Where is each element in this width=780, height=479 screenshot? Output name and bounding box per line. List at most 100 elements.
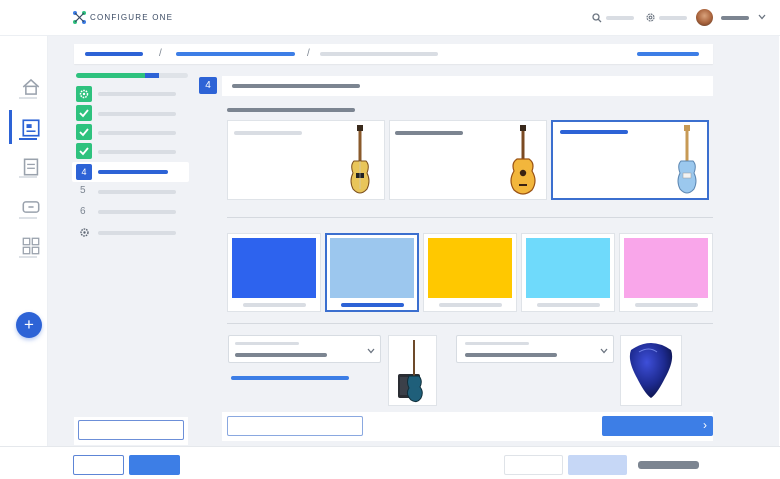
option-label (560, 130, 628, 134)
steps-progress-bar (76, 73, 188, 78)
search-icon[interactable] (592, 13, 602, 23)
configurator-underline (19, 138, 37, 140)
footer-primary-button[interactable] (129, 455, 180, 475)
select-label (465, 342, 529, 345)
electric-guitar-sunburst-icon (350, 125, 370, 194)
color-swatch-card[interactable] (423, 233, 517, 312)
footer-bar (0, 446, 780, 479)
amp-image-card (388, 335, 437, 406)
breadcrumb-action[interactable] (637, 52, 699, 56)
blue-guitar-pick-icon (629, 343, 673, 398)
footer-secondary-button[interactable] (73, 455, 124, 475)
color-swatch-card[interactable] (227, 233, 321, 312)
chevron-down-icon (600, 348, 608, 354)
step-7-label[interactable] (98, 210, 176, 214)
section-title (232, 84, 360, 88)
breadcrumb-item-2[interactable] (176, 52, 295, 56)
step-gear-done-icon[interactable] (76, 86, 92, 102)
amp-with-guitar-icon (398, 340, 423, 403)
app-logo-text: CONFIGURE ONE (90, 13, 174, 22)
swatch-label (439, 303, 502, 307)
cart-underline (19, 217, 37, 219)
progress-current (145, 73, 159, 78)
subsection-title (227, 108, 355, 112)
step-settings-label[interactable] (98, 231, 176, 235)
step-2-label[interactable] (98, 112, 176, 116)
guitar-option-card-selected[interactable] (551, 120, 709, 200)
home-icon[interactable] (22, 78, 40, 96)
step-check-icon[interactable] (76, 143, 92, 159)
select-value (235, 353, 327, 357)
step-check-icon[interactable] (76, 105, 92, 121)
left-rail: + (0, 36, 48, 446)
swatch-label (243, 303, 306, 307)
home-underline (19, 97, 37, 99)
color-swatch (526, 238, 610, 298)
next-button[interactable]: › (602, 416, 713, 436)
swatch-label (537, 303, 600, 307)
color-swatch (624, 238, 708, 298)
step-number[interactable]: 5 (80, 185, 86, 196)
swatch-label (341, 303, 404, 307)
top-bar: CONFIGURE ONE (0, 0, 780, 36)
footer-disabled-button[interactable] (568, 455, 627, 475)
document-icon[interactable] (22, 158, 40, 176)
color-swatch (330, 238, 414, 298)
chevron-down-icon (367, 348, 375, 354)
section-title-bar (222, 76, 713, 96)
color-swatch-card-selected[interactable] (325, 233, 419, 312)
cart-icon[interactable] (22, 198, 40, 216)
option-label (395, 131, 463, 135)
pick-image-card (620, 335, 682, 406)
color-swatch (428, 238, 512, 298)
settings-label[interactable] (659, 16, 687, 20)
step-settings-icon[interactable] (79, 227, 90, 238)
footer-link[interactable] (638, 461, 699, 469)
section-number-badge: 4 (199, 77, 217, 94)
breadcrumb-separator: / (307, 48, 310, 59)
color-swatch-card[interactable] (521, 233, 615, 312)
step-3-label[interactable] (98, 131, 176, 135)
step-active-badge[interactable]: 4 (76, 164, 92, 180)
user-name[interactable] (721, 16, 749, 20)
amp-select[interactable] (228, 335, 381, 363)
avatar[interactable] (696, 9, 713, 26)
section-divider (227, 323, 713, 324)
option-label (234, 131, 302, 135)
gear-icon[interactable] (645, 12, 656, 23)
back-outline-button[interactable] (227, 416, 363, 436)
guitar-option-card[interactable] (389, 120, 547, 200)
breadcrumb-item-1[interactable] (85, 52, 143, 56)
search-label[interactable] (606, 16, 634, 20)
select-label (235, 342, 299, 345)
swatch-label (635, 303, 698, 307)
color-swatch (232, 238, 316, 298)
step-1-label[interactable] (98, 92, 176, 96)
guitar-option-card[interactable] (227, 120, 385, 200)
step-number[interactable]: 6 (80, 206, 86, 217)
amp-option-link[interactable] (231, 376, 349, 380)
breadcrumb-separator: / (159, 48, 162, 59)
electric-guitar-blue-icon (677, 125, 697, 194)
configure-one-logo-icon (73, 11, 86, 24)
chevron-down-icon[interactable] (758, 14, 766, 20)
step-4-label[interactable] (98, 150, 176, 154)
grid-icon[interactable] (22, 237, 40, 255)
progress-complete (76, 73, 146, 78)
document-underline (19, 176, 37, 178)
step-active-label[interactable] (98, 170, 168, 174)
chevron-right-icon: › (703, 418, 707, 432)
section-divider (227, 217, 713, 218)
select-value (465, 353, 557, 357)
color-swatch-card[interactable] (619, 233, 713, 312)
footer-outline-button[interactable] (504, 455, 563, 475)
accessory-select[interactable] (456, 335, 614, 363)
step-6-label[interactable] (98, 190, 176, 194)
acoustic-guitar-sunburst-icon (510, 125, 536, 195)
configurator-icon[interactable] (22, 119, 40, 137)
add-button[interactable]: + (16, 312, 42, 338)
step-check-icon[interactable] (76, 124, 92, 140)
left-panel-input[interactable] (78, 420, 184, 440)
grid-underline (19, 256, 37, 258)
breadcrumb-item-current (320, 52, 438, 56)
